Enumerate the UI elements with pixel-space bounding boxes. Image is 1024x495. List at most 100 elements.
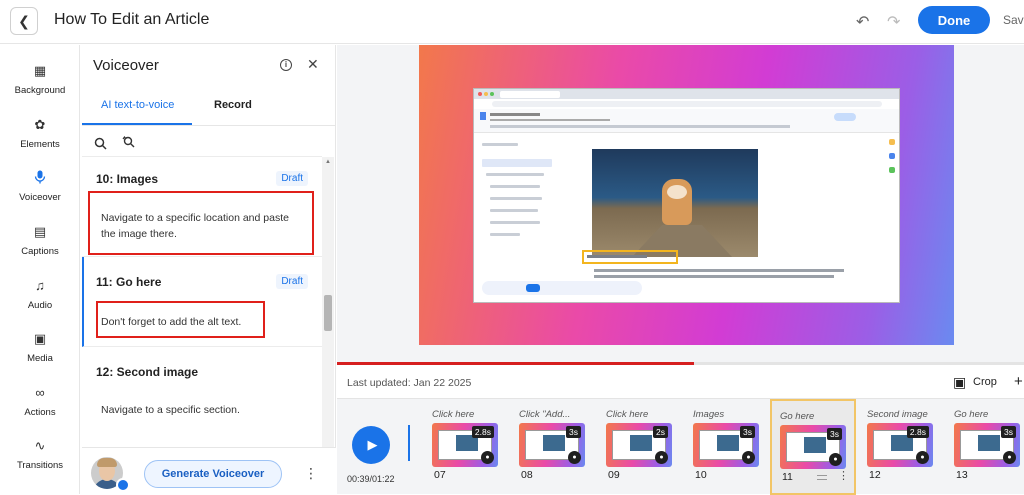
timeline-clip[interactable]: Second image 2.8s ● 12 [867, 399, 953, 495]
sidebar-item-label: Captions [21, 246, 59, 257]
timeline-clip[interactable]: Go here 3s ● 13 [954, 399, 1024, 495]
captions-icon: ▤ [33, 224, 47, 239]
play-button[interactable]: ▶ [352, 426, 390, 464]
back-button[interactable]: ❮ [10, 7, 38, 35]
clip-thumbnail[interactable]: 3s ● [954, 423, 1020, 467]
crop-button[interactable]: Crop [973, 376, 997, 388]
tab-record[interactable]: Record [214, 99, 252, 111]
clip-caption: Go here [780, 411, 815, 422]
clip-number: 13 [956, 469, 968, 481]
scroll-thumb[interactable] [324, 295, 332, 331]
clip-caption: Click here [606, 409, 649, 420]
clip-number: 08 [521, 469, 533, 481]
save-button[interactable]: Save [1003, 13, 1024, 27]
close-icon[interactable]: ✕ [307, 56, 319, 73]
voiceover-item-title: 11: Go here [96, 275, 162, 289]
top-bar: ❮ How To Edit an Article ↶ ↷ Done Save [0, 0, 1024, 44]
divider [82, 125, 336, 126]
playback-progress[interactable] [337, 362, 1024, 365]
clip-number: 11 [782, 471, 793, 483]
sidebar-item-audio[interactable]: ♫ Audio [0, 278, 80, 311]
background-icon: ▦ [33, 63, 47, 78]
scroll-up-icon[interactable]: ▲ [324, 159, 332, 165]
timeline-clip[interactable]: Go here 3s ● 11 ⋮ [770, 399, 856, 495]
clip-thumbnail[interactable]: 2.8s ● [432, 423, 498, 467]
microphone-icon[interactable]: ● [481, 451, 494, 464]
timeline-clip[interactable]: Images 3s ● 10 [693, 399, 779, 495]
sidebar-item-captions[interactable]: ▤ Captions [0, 224, 80, 257]
clip-thumbnail[interactable]: 3s ● [780, 425, 846, 469]
edit-voice-icon[interactable] [116, 478, 130, 492]
sidebar-item-label: Transitions [16, 460, 64, 471]
sidebar-item-background[interactable]: ▦ Background [0, 63, 80, 96]
sidebar-item-label: Background [14, 85, 66, 96]
microphone-icon[interactable]: ● [1003, 451, 1016, 464]
clip-number: 12 [869, 469, 881, 481]
sidebar-item-transitions[interactable]: ∿ Transitions [0, 438, 80, 471]
chevron-left-icon: ❮ [18, 12, 30, 29]
clip-duration: 3s [827, 428, 842, 440]
browser-toolbar [474, 109, 899, 133]
list-item[interactable]: 10: Images Draft Navigate to a specific … [82, 157, 322, 257]
scrollbar[interactable]: ▲ ▼ [322, 157, 334, 494]
playhead[interactable] [408, 425, 410, 461]
clip-thumbnail-photo [804, 437, 826, 453]
redo-icon[interactable]: ↷ [887, 12, 900, 32]
sidebar-item-label: Audio [27, 300, 53, 311]
panel-footer: Generate Voiceover ⋮ [82, 447, 336, 494]
search-icon[interactable] [94, 137, 107, 153]
generate-voiceover-button[interactable]: Generate Voiceover [144, 460, 282, 488]
clip-duration: 3s [1001, 426, 1016, 438]
clip-thumbnail[interactable]: 3s ● [693, 423, 759, 467]
crop-icon[interactable]: ▣ [953, 374, 966, 391]
sidebar-item-media[interactable]: ▣ Media [0, 331, 80, 364]
browser-chrome [474, 89, 899, 99]
microphone-icon[interactable]: ● [568, 451, 581, 464]
sidebar-item-voiceover[interactable]: Voiceover [0, 170, 80, 203]
microphone-icon[interactable]: ● [829, 453, 842, 466]
timeline-clip[interactable]: Click here 2s ● 09 [606, 399, 692, 495]
music-note-icon: ♫ [35, 278, 45, 293]
undo-icon[interactable]: ↶ [856, 12, 869, 32]
microphone-icon[interactable]: ● [742, 451, 755, 464]
drag-handle-icon[interactable] [817, 475, 827, 480]
sidebar-item-elements[interactable]: ✿ Elements [0, 117, 80, 150]
clip-thumbnail[interactable]: 2s ● [606, 423, 672, 467]
recorder-toolbar [482, 281, 642, 295]
timeline-clip[interactable]: Click "Add... 3s ● 08 [519, 399, 605, 495]
clip-thumbnail[interactable]: 3s ● [519, 423, 585, 467]
list-item[interactable]: 11: Go here Draft Don't forget to add th… [82, 257, 322, 347]
document-outline [478, 141, 556, 281]
info-icon[interactable]: i [280, 59, 292, 71]
clip-number: 07 [434, 469, 446, 481]
clip-thumbnail[interactable]: 2.8s ● [867, 423, 933, 467]
clip-number: 10 [695, 469, 707, 481]
sidebar-item-label: Media [27, 353, 53, 364]
timeline-clip[interactable]: Click here 2.8s ● 07 [432, 399, 518, 495]
replace-icon[interactable] [122, 135, 137, 152]
microphone-icon[interactable]: ● [916, 451, 929, 464]
clip-caption: Click "Add... [519, 409, 571, 420]
clip-thumbnail-photo [630, 435, 652, 451]
more-options-icon[interactable]: ⋮ [838, 469, 849, 482]
voiceover-item-title: 10: Images [96, 172, 159, 186]
list-item[interactable]: 12: Second image Navigate to a specific … [82, 347, 322, 447]
clip-thumbnail-photo [717, 435, 739, 451]
dog-photo [592, 149, 758, 257]
sidebar-item-actions[interactable]: ∞ Actions [0, 385, 80, 418]
timeline-toolbar: Last updated: Jan 22 2025 ▣ Crop + [337, 366, 1024, 398]
voiceover-item-text[interactable]: Navigate to a specific location and past… [101, 210, 306, 242]
clip-caption: Images [693, 409, 725, 420]
more-options-icon[interactable]: ⋮ [304, 465, 318, 482]
add-icon[interactable]: + [1014, 373, 1023, 390]
image-icon: ▣ [33, 331, 47, 346]
tab-ai-text-to-voice[interactable]: AI text-to-voice [101, 99, 174, 111]
page-title: How To Edit an Article [54, 11, 210, 28]
clip-duration: 2s [653, 426, 668, 438]
microphone-icon[interactable]: ● [655, 451, 668, 464]
slide-canvas[interactable] [419, 45, 954, 345]
done-button[interactable]: Done [918, 6, 990, 34]
voiceover-item-text[interactable]: Navigate to a specific section. [101, 402, 306, 418]
link-icon: ∞ [35, 385, 45, 400]
voiceover-item-text[interactable]: Don't forget to add the alt text. [101, 314, 306, 330]
